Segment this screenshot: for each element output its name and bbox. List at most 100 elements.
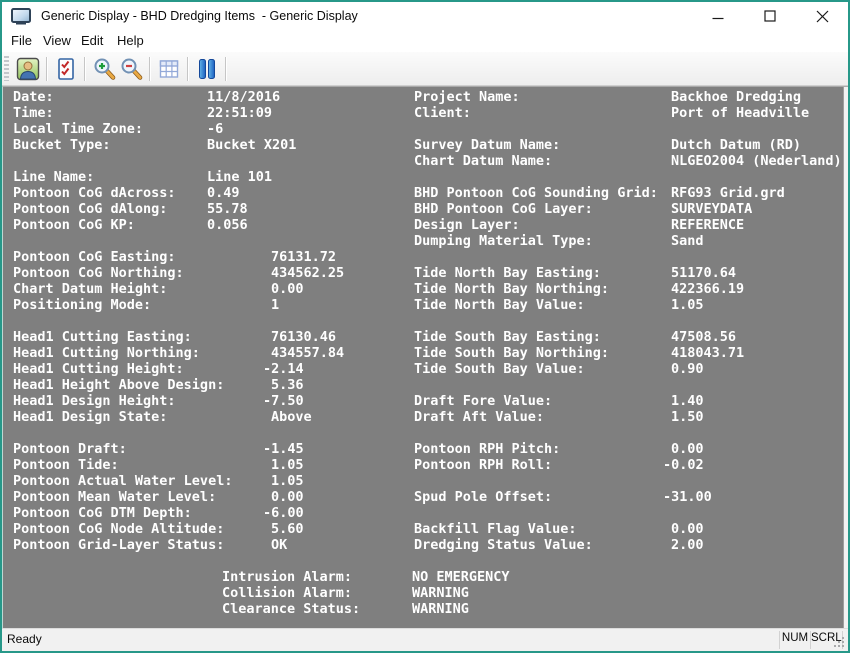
readout-row: Pontoon CoG Easting:76131.72 (3, 249, 842, 265)
readout-value: 0.49 (207, 185, 240, 201)
app-display-icon[interactable] (11, 8, 31, 25)
readout-label: Pontoon RPH Roll: (414, 457, 552, 473)
readout-label: Pontoon CoG Easting: (13, 249, 176, 265)
readout-label: BHD Pontoon CoG Sounding Grid: (414, 185, 658, 201)
readout-value: 1.50 (671, 409, 704, 425)
readout-value: -1.45 (263, 441, 304, 457)
zoom-out-button[interactable] (117, 55, 144, 83)
readout-label: Tide South Bay Northing: (414, 345, 609, 361)
readout-value: -2.14 (263, 361, 304, 377)
maximize-button[interactable] (744, 2, 796, 30)
readout-row: Head1 Design Height: -7.50 Draft Fore Valu… (3, 393, 842, 409)
menu-bar: File View Edit Help (2, 30, 848, 52)
readout-row: Local Time Zone:-6 (3, 121, 842, 137)
readout-label: Pontoon CoG KP: (13, 217, 135, 233)
readout-row: Dumping Material Type:Sand (3, 233, 842, 249)
item-checklist-button[interactable] (52, 55, 79, 83)
readout-row: Head1 Height Above Design:5.36 (3, 377, 842, 393)
readout-value: 76130.46 (271, 329, 336, 345)
readout-label: Pontoon Tide: (13, 457, 119, 473)
readout-row: Date:11/8/2016Project Name:Backhoe Dredg… (3, 89, 842, 105)
readout-value: -7.50 (263, 393, 304, 409)
readout-label: Pontoon CoG dAcross: (13, 185, 176, 201)
alarm-value: NO EMERGENCY (412, 569, 510, 585)
readout-label: Pontoon Grid-Layer Status: (13, 537, 224, 553)
readout-row: Head1 Cutting Easting:76130.46Tide South… (3, 329, 842, 345)
menu-help[interactable]: Help (117, 32, 144, 50)
readout-label: Draft Fore Value: (414, 393, 552, 409)
readout-value: SURVEYDATA (671, 201, 752, 217)
close-button[interactable] (796, 2, 848, 30)
title-bar[interactable]: Generic Display - BHD Dredging Items - G… (2, 2, 848, 30)
readout-row: Pontoon CoG dAcross: 0.49 BHD Pontoon CoG … (3, 185, 842, 201)
readout-label: Spud Pole Offset: (414, 489, 552, 505)
readout-value: Dutch Datum (RD) (671, 137, 801, 153)
readout-value: 0.90 (671, 361, 704, 377)
readout-value: 0.00 (671, 521, 704, 537)
menu-view[interactable]: View (43, 32, 71, 50)
operator-photo-button[interactable] (14, 55, 41, 83)
readout-label: Pontoon Draft: (13, 441, 127, 457)
maximize-icon (764, 10, 776, 22)
minimize-button[interactable] (692, 2, 744, 30)
readout-value: Backhoe Dredging (671, 89, 801, 105)
readout-row: Chart Datum Height:0.00Tide North Bay No… (3, 281, 842, 297)
readout-label: Tide North Bay Northing: (414, 281, 609, 297)
readout-row: Pontoon CoG KP: 0.056 Design Layer: REFEREN… (3, 217, 842, 233)
readout-row (3, 425, 842, 441)
alarm-label: Intrusion Alarm: (222, 569, 352, 585)
pause-display-button[interactable] (193, 55, 220, 83)
readout-row: Clearance Status:WARNING (3, 601, 842, 617)
readout-label: Pontoon RPH Pitch: (414, 441, 560, 457)
readout-value: -0.02 (663, 457, 704, 473)
status-message: Ready (7, 632, 42, 646)
readout-value: 55.78 (207, 201, 248, 217)
minimize-icon (712, 10, 724, 22)
zoom-out-icon (119, 57, 143, 81)
readout-value: 0.056 (207, 217, 248, 233)
readout-row: Pontoon Mean Water Level:0.00Spud Pole O… (3, 489, 842, 505)
readout-value: Bucket X201 (207, 137, 296, 153)
readout-label: Tide South Bay Value: (414, 361, 585, 377)
readout-row: Head1 Design State:AboveDraft Aft Value:… (3, 409, 842, 425)
readout-label: Pontoon CoG DTM Depth: (13, 505, 192, 521)
readout-value: 5.60 (271, 521, 304, 537)
menu-file[interactable]: File (11, 32, 32, 50)
resize-grip[interactable] (833, 636, 846, 649)
toolbar-grip-handle[interactable] (4, 56, 9, 81)
readout-row: Pontoon Grid-Layer Status:OKDredging Sta… (3, 537, 842, 553)
readout-value: 22:51:09 (207, 105, 272, 121)
readout-label: BHD Pontoon CoG Layer: (414, 201, 593, 217)
alarm-label: Clearance Status: (222, 601, 360, 617)
readout-row: Intrusion Alarm: NO EMERGENCY (3, 569, 842, 585)
readout-value: 1.05 (271, 457, 304, 473)
readout-label: Tide North Bay Easting: (414, 265, 601, 281)
readout-label: Design Layer: (414, 217, 520, 233)
readout-value: 434562.25 (271, 265, 344, 281)
menu-edit[interactable]: Edit (81, 32, 103, 50)
readout-label: Positioning Mode: (13, 297, 151, 313)
readout-value: NLGEO2004 (Nederland) (671, 153, 842, 169)
alarm-label: Collision Alarm: (222, 585, 352, 601)
readout-label: Head1 Design Height: (13, 393, 176, 409)
readout-value: -6.00 (263, 505, 304, 521)
readout-value: Port of Headville (671, 105, 809, 121)
grid-icon (157, 57, 181, 81)
readout-row: Chart Datum Name:NLGEO2004 (Nederland) (3, 153, 842, 169)
readout-label: Pontoon Mean Water Level: (13, 489, 216, 505)
readout-label: Draft Aft Value: (414, 409, 544, 425)
readout-label: Survey Datum Name: (414, 137, 560, 153)
grid-view-button[interactable] (155, 55, 182, 83)
readout-row (3, 313, 842, 329)
toolbar-separator (225, 57, 226, 81)
readout-row: Pontoon CoG Northing:434562.25Tide North… (3, 265, 842, 281)
readout-label: Backfill Flag Value: (414, 521, 577, 537)
window-title: Generic Display - BHD Dredging Items - G… (41, 9, 692, 23)
readout-row: Pontoon Actual Water Level:1.05 (3, 473, 842, 489)
readout-label: Client: (414, 105, 471, 121)
readout-value: REFERENCE (671, 217, 744, 233)
zoom-in-button[interactable] (90, 55, 117, 83)
readout-label: Bucket Type: (13, 137, 111, 153)
readout-value: 1 (271, 297, 279, 313)
readout-value: 422366.19 (671, 281, 744, 297)
